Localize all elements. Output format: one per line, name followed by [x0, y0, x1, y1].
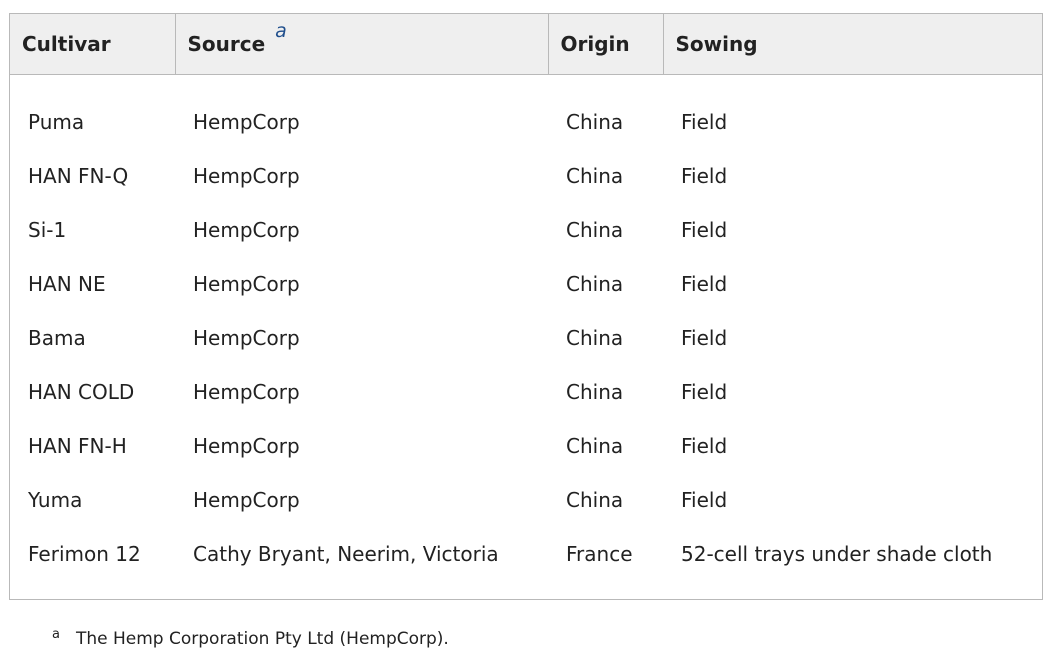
table-row: HAN FN-Q HempCorp China Field: [10, 149, 1042, 203]
cell-origin: China: [566, 218, 624, 242]
cell-cultivar: Si-1: [28, 218, 67, 242]
cell-sowing: Field: [681, 218, 728, 242]
cell-source: HempCorp: [193, 272, 300, 296]
cell-source: HempCorp: [193, 326, 300, 350]
header-origin: Origin: [547, 14, 663, 75]
footnote-ref-link[interactable]: a: [275, 20, 287, 42]
footnote: a The Hemp Corporation Pty Ltd (HempCorp)…: [52, 627, 449, 649]
cell-cultivar: HAN FN-Q: [28, 164, 129, 188]
cell-cultivar: Puma: [28, 110, 85, 134]
table-row: Ferimon 12 Cathy Bryant, Neerim, Victoria…: [10, 527, 1042, 599]
cell-source: HempCorp: [193, 380, 300, 404]
table-row: Si-1 HempCorp China Field: [10, 203, 1042, 257]
cell-source: HempCorp: [193, 434, 300, 458]
cell-cultivar: Bama: [28, 326, 86, 350]
cell-source: HempCorp: [193, 110, 300, 134]
table-row: Yuma HempCorp China Field: [10, 473, 1042, 527]
cell-source: Cathy Bryant, Neerim, Victoria: [193, 542, 499, 566]
cultivar-table: Cultivar Source a Origin Sowing Puma HempC…: [9, 13, 1043, 600]
cell-sowing: Field: [681, 380, 728, 404]
cell-cultivar: Yuma: [28, 488, 83, 512]
cell-origin: China: [566, 326, 624, 350]
cell-origin: China: [566, 380, 624, 404]
cell-origin: China: [566, 272, 624, 296]
cell-origin: China: [566, 164, 624, 188]
cell-sowing: Field: [681, 164, 728, 188]
cell-origin: China: [566, 488, 624, 512]
cell-source: HempCorp: [193, 488, 300, 512]
header-source: Source a: [174, 14, 548, 75]
cell-origin: China: [566, 434, 624, 458]
cell-sowing: Field: [681, 272, 728, 296]
cell-source: HempCorp: [193, 164, 300, 188]
table-row: HAN FN-H HempCorp China Field: [10, 419, 1042, 473]
cell-cultivar: HAN COLD: [28, 380, 135, 404]
cell-cultivar: Ferimon 12: [28, 542, 141, 566]
cell-source: HempCorp: [193, 218, 300, 242]
cell-cultivar: HAN FN-H: [28, 434, 127, 458]
table-row: HAN NE HempCorp China Field: [10, 257, 1042, 311]
cell-cultivar: HAN NE: [28, 272, 106, 296]
cell-sowing: Field: [681, 488, 728, 512]
cell-sowing: Field: [681, 326, 728, 350]
header-sowing: Sowing: [662, 14, 1042, 75]
table-row: Puma HempCorp China Field: [10, 75, 1042, 150]
cell-origin: France: [566, 542, 633, 566]
cell-sowing: Field: [681, 110, 728, 134]
footnote-text: The Hemp Corporation Pty Ltd (HempCorp).: [75, 629, 449, 649]
table-row: HAN COLD HempCorp China Field: [10, 365, 1042, 419]
cell-sowing: 52-cell trays under shade cloth: [681, 542, 993, 566]
cell-sowing: Field: [681, 434, 728, 458]
table-row: Bama HempCorp China Field: [10, 311, 1042, 365]
cell-origin: China: [566, 110, 624, 134]
header-source-label: Source: [187, 32, 266, 56]
footnote-mark: a: [52, 627, 60, 642]
table-header-row: Cultivar Source a Origin Sowing: [10, 14, 1042, 75]
header-cultivar: Cultivar: [10, 14, 175, 75]
